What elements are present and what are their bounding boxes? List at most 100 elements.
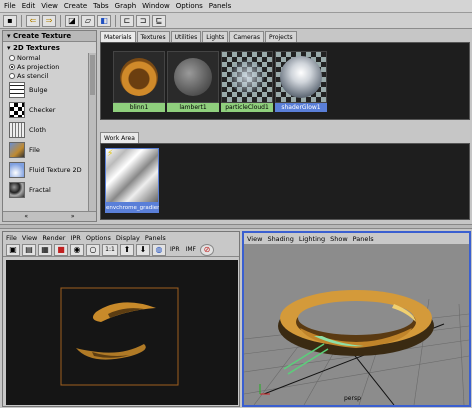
menu-graph[interactable]: Graph: [115, 2, 136, 10]
tab-work-area[interactable]: Work Area: [100, 132, 139, 143]
arrow-left-icon[interactable]: ⇐: [26, 14, 40, 27]
menu-edit[interactable]: Edit: [22, 2, 36, 10]
menu-panels[interactable]: Panels: [209, 2, 232, 10]
render-globals-icon[interactable]: ◍: [152, 243, 166, 256]
create-panel-scrollbar[interactable]: [88, 53, 96, 211]
radio-button[interactable]: [9, 72, 15, 79]
create-panel-title: Create Texture: [12, 32, 72, 40]
toolbar-separator: [21, 14, 22, 27]
imf-label: IMF: [185, 246, 196, 253]
rv-menu-view[interactable]: View: [22, 234, 37, 242]
fractal-texture-icon: [9, 182, 25, 198]
render-image-canvas[interactable]: [6, 260, 238, 405]
texture-item-bulge[interactable]: Bulge: [3, 80, 96, 100]
clear-graph-icon[interactable]: ▱: [81, 14, 95, 27]
rv-menu-options[interactable]: Options: [86, 234, 111, 242]
texture-item-fractal[interactable]: Fractal: [3, 180, 96, 200]
menu-tabs[interactable]: Tabs: [93, 2, 109, 10]
rgb-channels-icon[interactable]: ◉: [70, 243, 84, 256]
texture-label: Bulge: [29, 86, 48, 94]
radio-as-stencil[interactable]: As stencil: [3, 71, 96, 80]
viewport-scene: persp: [243, 244, 470, 406]
perspective-viewport[interactable]: View Shading Lighting Show Panels persp: [242, 231, 471, 407]
swatch-blinn1[interactable]: blinn1: [113, 51, 165, 115]
tab-utilities[interactable]: Utilities: [170, 31, 202, 42]
vp-menu-view[interactable]: View: [247, 235, 262, 243]
vp-menu-lighting[interactable]: Lighting: [299, 235, 325, 243]
tab-label: Work Area: [104, 134, 135, 142]
checker-texture-icon: [9, 102, 25, 118]
rearrange-graph-icon[interactable]: ◧: [97, 14, 111, 27]
alpha-channel-icon[interactable]: ○: [86, 243, 100, 256]
section-title: 2D Textures: [12, 43, 60, 52]
remove-image-icon[interactable]: ⬇: [136, 243, 150, 256]
tab-textures[interactable]: Textures: [136, 31, 170, 42]
radio-button[interactable]: [9, 63, 15, 70]
ipr-render-icon[interactable]: ▤: [22, 243, 36, 256]
work-area-graph[interactable]: ⚡ envchrome_gradient: [100, 143, 470, 220]
graph-materials-icon[interactable]: ◪: [65, 14, 79, 27]
swatch-label: blinn1: [113, 103, 165, 112]
create-panel-header[interactable]: ▾ Create Texture: [3, 31, 96, 42]
vp-menu-show[interactable]: Show: [330, 235, 348, 243]
scrollbar-thumb[interactable]: [90, 55, 95, 95]
radio-as-projection[interactable]: As projection: [3, 62, 96, 71]
tab-lights[interactable]: Lights: [202, 31, 229, 42]
camera-name-label: persp: [344, 395, 361, 402]
tab-label: Cameras: [233, 33, 260, 41]
input-connections-icon[interactable]: ⊏: [120, 14, 134, 27]
texture-item-cloth[interactable]: Cloth: [3, 120, 96, 140]
vp-menu-shading[interactable]: Shading: [267, 235, 293, 243]
tab-label: Projects: [268, 33, 293, 41]
pane-divider[interactable]: [0, 224, 472, 229]
scroll-right-icon[interactable]: »: [71, 213, 75, 220]
swatch-lambert1[interactable]: lambert1: [167, 51, 219, 115]
menu-file[interactable]: File: [4, 2, 16, 10]
arrow-right-icon[interactable]: ⇒: [42, 14, 56, 27]
swatch-shaderglow1[interactable]: shaderGlow1: [275, 51, 327, 115]
menu-window[interactable]: Window: [142, 2, 170, 10]
output-connections-icon[interactable]: ⊑: [152, 14, 166, 27]
texture-item-checker[interactable]: Checker: [3, 100, 96, 120]
rv-menu-file[interactable]: File: [6, 234, 17, 242]
texture-item-file[interactable]: File: [3, 140, 96, 160]
stop-render-icon[interactable]: ⊘: [199, 243, 214, 256]
ratio-label: 1:1: [105, 245, 115, 253]
menu-options[interactable]: Options: [176, 2, 203, 10]
scroll-left-icon[interactable]: «: [24, 213, 28, 220]
real-size-button[interactable]: 1:1: [102, 243, 118, 256]
graph-node-envchrome[interactable]: ⚡ envchrome_gradient: [105, 148, 159, 214]
tab-label: Lights: [206, 33, 225, 41]
render-region-icon[interactable]: ▦: [38, 243, 52, 256]
textures-2d-section[interactable]: ▾ 2D Textures: [3, 42, 96, 53]
bulge-texture-icon: [9, 82, 25, 98]
hypershade-toolbar: ▪ ⇐ ⇒ ◪ ▱ ◧ ⊏ ⊐ ⊑: [0, 13, 472, 29]
menu-create[interactable]: Create: [64, 2, 87, 10]
tab-cameras[interactable]: Cameras: [229, 31, 264, 42]
toggle-create-bar-icon[interactable]: ▪: [3, 14, 17, 27]
fluid-texture-icon: [9, 162, 25, 178]
keep-image-icon[interactable]: ⬆: [120, 243, 134, 256]
swatch-label: lambert1: [167, 103, 219, 112]
radio-normal[interactable]: Normal: [3, 53, 96, 62]
vp-menu-panels[interactable]: Panels: [353, 235, 374, 243]
io-connections-icon[interactable]: ⊐: [136, 14, 150, 27]
particle-cloud-icon: [221, 51, 273, 103]
texture-label: File: [29, 146, 40, 154]
radio-label: As projection: [17, 62, 60, 71]
texture-item-fluid-2d[interactable]: Fluid Texture 2D: [3, 160, 96, 180]
rv-menu-panels[interactable]: Panels: [145, 234, 166, 242]
snapshot-icon[interactable]: ■: [54, 243, 68, 256]
toolbar-separator: [60, 14, 61, 27]
redo-render-icon[interactable]: ▣: [6, 243, 20, 256]
rv-menu-display[interactable]: Display: [116, 234, 140, 242]
render-view-menu: File View Render IPR Options Display Pan…: [3, 232, 239, 243]
radio-button[interactable]: [9, 54, 15, 61]
menu-view[interactable]: View: [41, 2, 58, 10]
tab-materials[interactable]: Materials: [100, 31, 136, 42]
swatch-particlecloud1[interactable]: particleCloud1: [221, 51, 273, 115]
tab-projects[interactable]: Projects: [264, 31, 297, 42]
rv-menu-render[interactable]: Render: [42, 234, 65, 242]
create-panel-footer: « »: [3, 211, 96, 221]
rv-menu-ipr[interactable]: IPR: [70, 234, 80, 242]
